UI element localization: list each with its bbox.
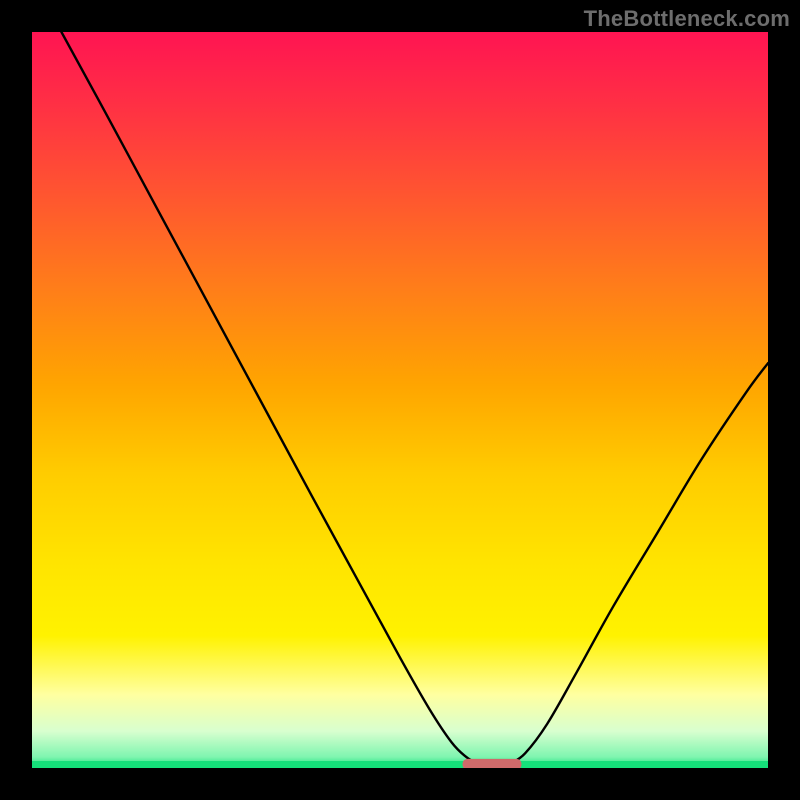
chart-frame: TheBottleneck.com [0,0,800,800]
plot-area [32,32,768,768]
optimum-marker [463,759,522,768]
watermark-label: TheBottleneck.com [584,6,790,32]
green-baseline-band [32,761,768,768]
chart-svg [32,32,768,768]
